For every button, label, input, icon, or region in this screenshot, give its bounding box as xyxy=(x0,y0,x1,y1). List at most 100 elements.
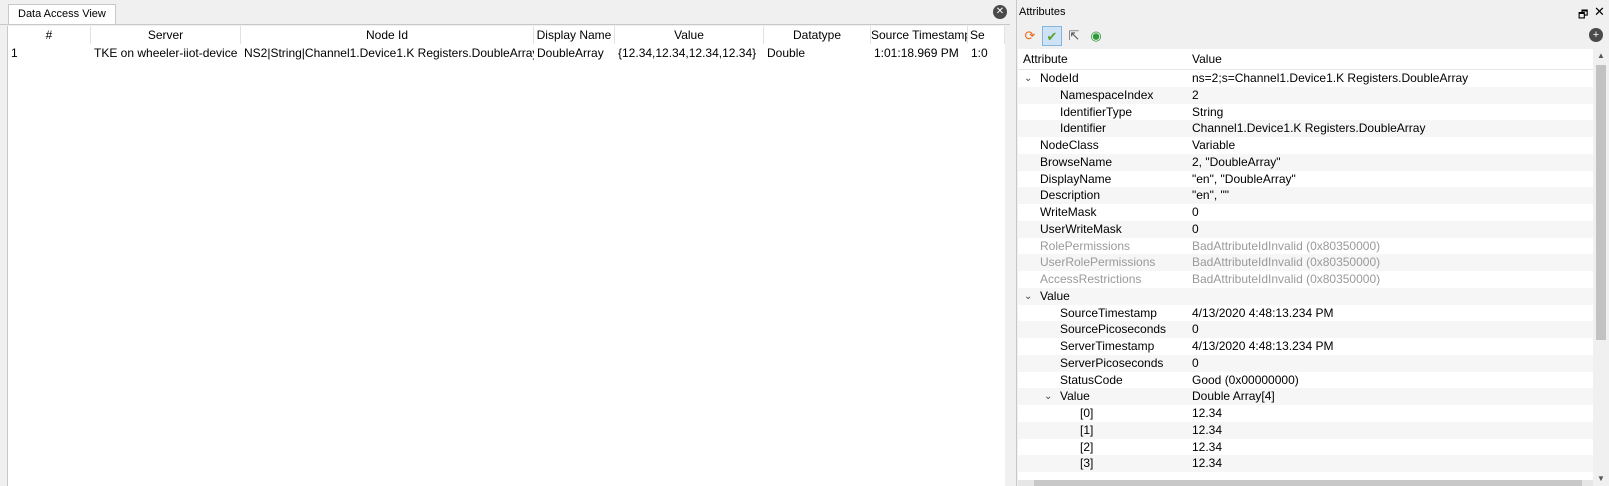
attribute-row[interactable]: UserRolePermissions BadAttributeIdInvalid… xyxy=(1018,254,1593,272)
attribute-value: ns=2;s=Channel1.Device1.K Registers.Doub… xyxy=(1192,71,1469,85)
attribute-row[interactable]: [0] 12.34 xyxy=(1018,405,1593,422)
attribute-value: Channel1.Device1.K Registers.DoubleArray xyxy=(1192,121,1426,136)
scroll-up-icon[interactable]: ▲ xyxy=(1593,49,1609,63)
attribute-value: "en", "DoubleArray" xyxy=(1192,171,1296,186)
attribute-row[interactable]: ⌄ Value xyxy=(1018,287,1593,305)
attribute-name: DisplayName xyxy=(1040,171,1112,186)
chevron-down-icon[interactable]: ⌄ xyxy=(1024,288,1032,305)
vertical-scrollbar[interactable]: ▲ ▼ xyxy=(1593,49,1609,486)
attribute-row[interactable]: NodeClass Variable xyxy=(1018,137,1593,154)
attribute-name: [1] xyxy=(1080,422,1094,437)
attribute-value: String xyxy=(1192,104,1224,119)
monitor-icon[interactable]: ◉ xyxy=(1086,26,1106,46)
add-icon[interactable]: + xyxy=(1589,28,1603,42)
attribute-row[interactable]: [2] 12.34 xyxy=(1018,439,1593,456)
column-header-node-id[interactable]: Node Id xyxy=(241,26,534,44)
checkmark-icon[interactable]: ✔ xyxy=(1042,26,1062,46)
close-icon[interactable]: ✕ xyxy=(1594,4,1605,20)
attribute-row[interactable]: DisplayName "en", "DoubleArray" xyxy=(1018,171,1593,188)
attribute-row[interactable]: ServerPicoseconds 0 xyxy=(1018,354,1593,372)
attribute-row[interactable]: RolePermissions BadAttributeIdInvalid (0x… xyxy=(1018,238,1593,255)
attribute-row[interactable]: UserWriteMask 0 xyxy=(1018,220,1593,238)
attribute-row[interactable]: Identifier Channel1.Device1.K Registers.D… xyxy=(1018,120,1593,138)
scroll-thumb[interactable] xyxy=(1596,65,1606,340)
cell-value: {12.34,12.34,12.34,12.34} xyxy=(618,46,757,60)
attributes-toolbar: ⟳ ✔ ⇱ ◉ + xyxy=(1017,24,1609,48)
attribute-name: RolePermissions xyxy=(1040,238,1131,253)
column-header-server[interactable]: Server xyxy=(91,26,241,44)
attributes-table: Attribute Value ⌄ NodeId ns=2;s=Channel1.D… xyxy=(1018,49,1593,486)
tab-data-access-view[interactable]: Data Access View xyxy=(8,4,116,24)
attribute-row[interactable]: ⌄ Value Double Array[4] xyxy=(1018,388,1593,406)
column-header-source-timestamp[interactable]: Source Timestamp xyxy=(871,26,968,44)
attribute-name: [3] xyxy=(1080,456,1094,471)
attribute-name: WriteMask xyxy=(1040,205,1097,219)
column-header-attr-value[interactable]: Value xyxy=(1187,49,1222,69)
attribute-value: Good (0x00000000) xyxy=(1192,372,1299,387)
float-window-icon[interactable]: 🗗 xyxy=(1578,6,1588,25)
attribute-row[interactable]: AccessRestrictions BadAttributeIdInvalid … xyxy=(1018,271,1593,288)
column-header-server-timestamp[interactable]: Se xyxy=(968,26,1005,44)
attribute-name: Value xyxy=(1060,389,1090,404)
attribute-name: IdentifierType xyxy=(1060,104,1133,119)
attribute-name: SourceTimestamp xyxy=(1060,305,1157,320)
chevron-down-icon[interactable]: ⌄ xyxy=(1024,70,1032,87)
attribute-value: Variable xyxy=(1192,138,1236,152)
attribute-name: BrowseName xyxy=(1040,154,1113,169)
attribute-row[interactable]: [1] 12.34 xyxy=(1018,421,1593,439)
column-header-display-name[interactable]: Display Name xyxy=(534,26,615,44)
attribute-row[interactable]: Description "en", "" xyxy=(1018,187,1593,205)
attribute-value: 12.34 xyxy=(1192,456,1223,471)
attribute-name: Identifier xyxy=(1060,121,1107,136)
column-header-value[interactable]: Value xyxy=(615,26,764,44)
attribute-value: "en", "" xyxy=(1192,188,1230,203)
attribute-name: [2] xyxy=(1080,439,1094,454)
attribute-name: Description xyxy=(1040,188,1101,203)
refresh-icon[interactable]: ⟳ xyxy=(1020,26,1040,46)
table-row[interactable]: 1 TKE on wheeler-iiot-device NS2|String|… xyxy=(8,44,1005,62)
attribute-value: BadAttributeIdInvalid (0x80350000) xyxy=(1192,272,1381,286)
cell-source-timestamp: 1:01:18.969 PM xyxy=(874,46,959,60)
attribute-row[interactable]: WriteMask 0 xyxy=(1018,204,1593,221)
attribute-name: UserRolePermissions xyxy=(1040,255,1156,270)
grid-header: # Server Node Id Display Name Value Data… xyxy=(8,26,1005,44)
attribute-value: 0 xyxy=(1192,322,1199,337)
attribute-name: AccessRestrictions xyxy=(1040,272,1142,286)
attribute-row[interactable]: NamespaceIndex 2 xyxy=(1018,86,1593,104)
cell-datatype: Double xyxy=(767,46,806,60)
attribute-name: NamespaceIndex xyxy=(1060,87,1154,102)
attribute-value: 0 xyxy=(1192,205,1199,219)
attribute-name: ServerPicoseconds xyxy=(1060,355,1164,370)
attribute-row[interactable]: [3] 12.34 xyxy=(1018,455,1593,473)
attribute-row[interactable]: ⌄ NodeId ns=2;s=Channel1.Device1.K Registe… xyxy=(1018,70,1593,87)
close-panel-icon[interactable]: ✕ xyxy=(993,5,1007,19)
attribute-row[interactable]: IdentifierType String xyxy=(1018,104,1593,121)
attribute-value: 2, "DoubleArray" xyxy=(1192,154,1281,169)
attribute-name: UserWriteMask xyxy=(1040,221,1122,236)
attribute-name: NodeClass xyxy=(1040,138,1099,152)
left-tab-bar: Data Access View ✕ xyxy=(0,0,1010,25)
chevron-down-icon[interactable]: ⌄ xyxy=(1044,388,1052,405)
select-cursor-icon[interactable]: ⇱ xyxy=(1064,26,1084,46)
attribute-name: SourcePicoseconds xyxy=(1060,322,1167,337)
attribute-row[interactable]: SourcePicoseconds 0 xyxy=(1018,321,1593,339)
attribute-row[interactable]: ServerTimestamp 4/13/2020 4:48:13.234 PM xyxy=(1018,338,1593,355)
attribute-name: NodeId xyxy=(1040,71,1079,85)
scroll-down-icon[interactable]: ▼ xyxy=(1593,472,1609,486)
attribute-row[interactable]: StatusCode Good (0x00000000) xyxy=(1018,372,1593,389)
cell-server: TKE on wheeler-iiot-device xyxy=(94,46,238,60)
horizontal-scrollbar[interactable] xyxy=(1018,480,1593,486)
attribute-value: 12.34 xyxy=(1192,422,1223,437)
column-header-index[interactable]: # xyxy=(8,26,91,44)
column-header-attribute[interactable]: Attribute xyxy=(1018,49,1068,69)
horizontal-scroll-thumb[interactable] xyxy=(1034,480,1582,486)
cell-server-timestamp: 1:0 xyxy=(971,46,988,60)
cell-display-name: DoubleArray xyxy=(537,46,604,60)
attribute-row[interactable]: BrowseName 2, "DoubleArray" xyxy=(1018,153,1593,171)
column-header-datatype[interactable]: Datatype xyxy=(764,26,871,44)
data-access-grid: # Server Node Id Display Name Value Data… xyxy=(7,26,1005,486)
attribute-name: StatusCode xyxy=(1060,372,1123,387)
attribute-row[interactable]: SourceTimestamp 4/13/2020 4:48:13.234 PM xyxy=(1018,305,1593,322)
attribute-value: 4/13/2020 4:48:13.234 PM xyxy=(1192,339,1334,353)
data-access-panel: Data Access View ✕ # Server Node Id Disp… xyxy=(0,0,1010,486)
